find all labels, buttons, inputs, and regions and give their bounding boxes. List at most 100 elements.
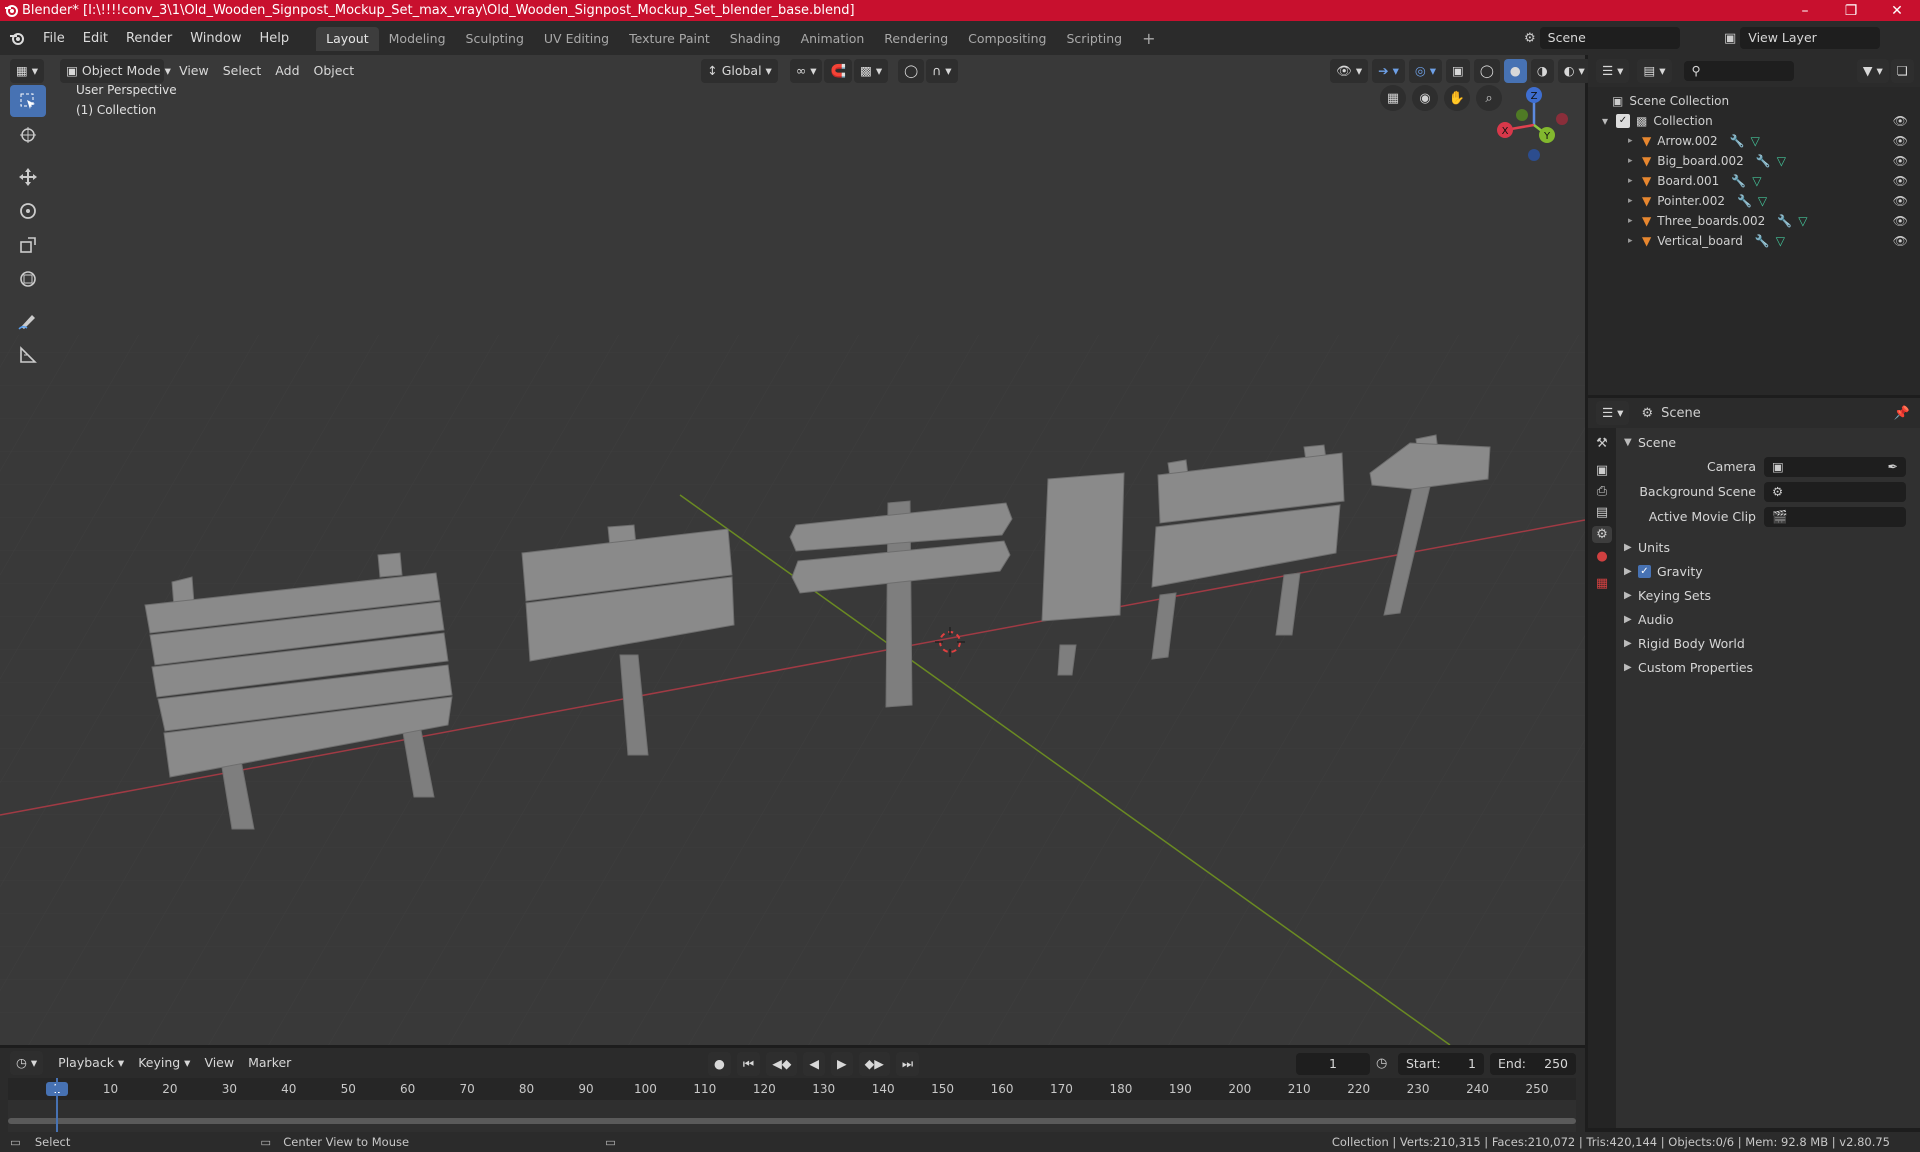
timeline-scrollbar[interactable]: [8, 1118, 1576, 1124]
timeline-menu-keying[interactable]: Keying ▾: [131, 1051, 197, 1075]
add-workspace-icon[interactable]: +: [1132, 27, 1165, 51]
close-button[interactable]: ✕: [1874, 0, 1920, 21]
start-frame-field[interactable]: Start: 1: [1398, 1053, 1484, 1075]
menu-render[interactable]: Render: [117, 31, 181, 46]
maximize-button[interactable]: ❐: [1828, 0, 1874, 21]
render-tab-icon[interactable]: ▣: [1596, 463, 1608, 478]
properties-editor-type-icon[interactable]: ☰ ▾: [1596, 401, 1630, 425]
modifier-wrench-icon[interactable]: 🔧: [1730, 134, 1745, 148]
collection-checkbox[interactable]: ✓: [1616, 114, 1630, 128]
expand-arrow-icon[interactable]: ▾: [1602, 114, 1616, 128]
pin-icon[interactable]: 📌: [1894, 406, 1910, 421]
solid-shading-icon[interactable]: ●: [1503, 59, 1527, 83]
expand-arrow-icon[interactable]: ▸: [1628, 196, 1640, 206]
property-section-header[interactable]: ▶ Keying Sets: [1618, 583, 1920, 607]
annotate-tool-icon[interactable]: [10, 305, 46, 337]
cursor-tool-icon[interactable]: [10, 119, 46, 151]
current-frame-field[interactable]: 1: [1296, 1053, 1370, 1075]
record-button[interactable]: ●: [708, 1052, 731, 1076]
display-mode-icon[interactable]: ▤ ▾: [1637, 59, 1672, 83]
select-box-tool-icon[interactable]: [10, 85, 46, 117]
zoom-icon[interactable]: ⌕: [1476, 85, 1502, 111]
output-tab-icon[interactable]: ⎙: [1597, 484, 1607, 499]
visibility-eye-icon[interactable]: 👁: [1893, 234, 1908, 248]
tool-tab-icon[interactable]: ⚒: [1596, 436, 1608, 451]
outliner-editor-type-icon[interactable]: ☰ ▾: [1596, 59, 1630, 83]
scene-tab-icon[interactable]: ⚙: [1592, 526, 1612, 543]
timeline-menu-marker[interactable]: Marker: [241, 1051, 298, 1075]
wireframe-shading-icon[interactable]: ◯: [1473, 59, 1500, 83]
outliner-scene-collection[interactable]: ▣ Scene Collection: [1588, 91, 1920, 111]
frame-ruler[interactable]: 1102030405060708090100110120130140150160…: [8, 1078, 1576, 1100]
navigation-gizmo[interactable]: Z X Y: [1497, 87, 1568, 161]
scale-tool-icon[interactable]: [10, 229, 46, 261]
modifier-wrench-icon[interactable]: 🔧: [1731, 174, 1746, 188]
mesh-data-icon[interactable]: ▽: [1758, 194, 1767, 208]
menu-help[interactable]: Help: [251, 31, 299, 46]
timeline-menu-playback[interactable]: Playback ▾: [51, 1051, 131, 1075]
viewport-menu-object[interactable]: Object: [307, 59, 362, 83]
tab-layout[interactable]: Layout: [316, 27, 379, 51]
visibility-eye-icon[interactable]: 👁: [1893, 114, 1908, 128]
rendered-shading-icon[interactable]: ◐ ▾: [1557, 59, 1591, 83]
property-section-header[interactable]: ▶ ✓ Gravity: [1618, 559, 1920, 583]
visibility-eye-icon[interactable]: 👁: [1893, 154, 1908, 168]
scene-selector[interactable]: ⚙ Scene: [1524, 27, 1680, 49]
property-section-header[interactable]: ▶ Units: [1618, 535, 1920, 559]
menu-file[interactable]: File: [34, 31, 74, 46]
viewport-menu-select[interactable]: Select: [216, 59, 269, 83]
jump-end-button[interactable]: ⏭: [895, 1052, 920, 1076]
expand-arrow-icon[interactable]: ▸: [1628, 176, 1640, 186]
expand-arrow-icon[interactable]: ▸: [1628, 136, 1640, 146]
world-tab-icon[interactable]: ●: [1596, 549, 1607, 564]
texture-tab-icon[interactable]: ▦: [1596, 576, 1608, 591]
prev-keyframe-button[interactable]: ◀◆: [766, 1052, 798, 1076]
view-layer-tab-icon[interactable]: ▤: [1596, 505, 1608, 520]
new-collection-icon[interactable]: ❏: [1890, 59, 1914, 83]
next-keyframe-button[interactable]: ◆▶: [858, 1052, 890, 1076]
viewport-menu-view[interactable]: View: [172, 59, 216, 83]
outliner-search-input[interactable]: ⚲: [1683, 61, 1794, 81]
outliner-object-row[interactable]: ▸ ▼ Three_boards.002 🔧 ▽ 👁: [1588, 211, 1920, 231]
outliner-object-row[interactable]: ▸ ▼ Board.001 🔧 ▽ 👁: [1588, 171, 1920, 191]
transform-tool-icon[interactable]: [10, 263, 46, 295]
toggle-camera-grid-icon[interactable]: ▦: [1380, 85, 1406, 111]
expand-arrow-icon[interactable]: ▸: [1628, 216, 1640, 226]
playhead-line[interactable]: [56, 1078, 58, 1132]
3d-viewport[interactable]: Z X Y User Perspective (1) Collection ▦ …: [0, 55, 1585, 1045]
tab-animation[interactable]: Animation: [791, 27, 875, 51]
tab-rendering[interactable]: Rendering: [874, 27, 958, 51]
tab-modeling[interactable]: Modeling: [379, 27, 456, 51]
expand-arrow-icon[interactable]: ▸: [1628, 156, 1640, 166]
visibility-eye-icon[interactable]: 👁: [1893, 214, 1908, 228]
mesh-data-icon[interactable]: ▽: [1777, 154, 1786, 168]
property-section-header[interactable]: ▶ Audio: [1618, 607, 1920, 631]
jump-start-button[interactable]: ⏮: [736, 1052, 761, 1076]
view-layer-field[interactable]: View Layer: [1740, 27, 1881, 49]
overlays-toggle-icon[interactable]: ◎ ▾: [1408, 59, 1443, 83]
proportional-editing-icon[interactable]: ◯: [898, 59, 925, 83]
menu-window[interactable]: Window: [181, 31, 250, 46]
modifier-wrench-icon[interactable]: 🔧: [1737, 194, 1752, 208]
outliner-collection-row[interactable]: ▾ ✓ ▩ Collection 👁: [1588, 111, 1920, 131]
pan-hand-icon[interactable]: ✋: [1444, 85, 1470, 111]
move-tool-icon[interactable]: [10, 161, 46, 193]
gizmo-neg-x-handle[interactable]: [1556, 113, 1568, 125]
measure-tool-icon[interactable]: [10, 339, 46, 371]
mesh-data-icon[interactable]: ▽: [1776, 234, 1785, 248]
viewport-menu-add[interactable]: Add: [268, 59, 306, 83]
gizmo-toggle-icon[interactable]: ➔ ▾: [1372, 59, 1405, 83]
expand-arrow-icon[interactable]: ▸: [1628, 236, 1640, 246]
property-value-field[interactable]: 🎬: [1764, 506, 1906, 527]
editor-type-icon[interactable]: ▦ ▾: [10, 59, 45, 83]
outliner-object-row[interactable]: ▸ ▼ Pointer.002 🔧 ▽ 👁: [1588, 191, 1920, 211]
tab-texture-paint[interactable]: Texture Paint: [619, 27, 720, 51]
end-frame-field[interactable]: End: 250: [1490, 1053, 1576, 1075]
play-reverse-button[interactable]: ◀: [803, 1052, 826, 1076]
modifier-wrench-icon[interactable]: 🔧: [1755, 234, 1770, 248]
tab-scripting[interactable]: Scripting: [1057, 27, 1133, 51]
mesh-data-icon[interactable]: ▽: [1752, 174, 1761, 188]
visibility-eye-icon[interactable]: 👁: [1893, 174, 1908, 188]
mesh-data-icon[interactable]: ▽: [1798, 214, 1807, 228]
tab-shading[interactable]: Shading: [720, 27, 791, 51]
